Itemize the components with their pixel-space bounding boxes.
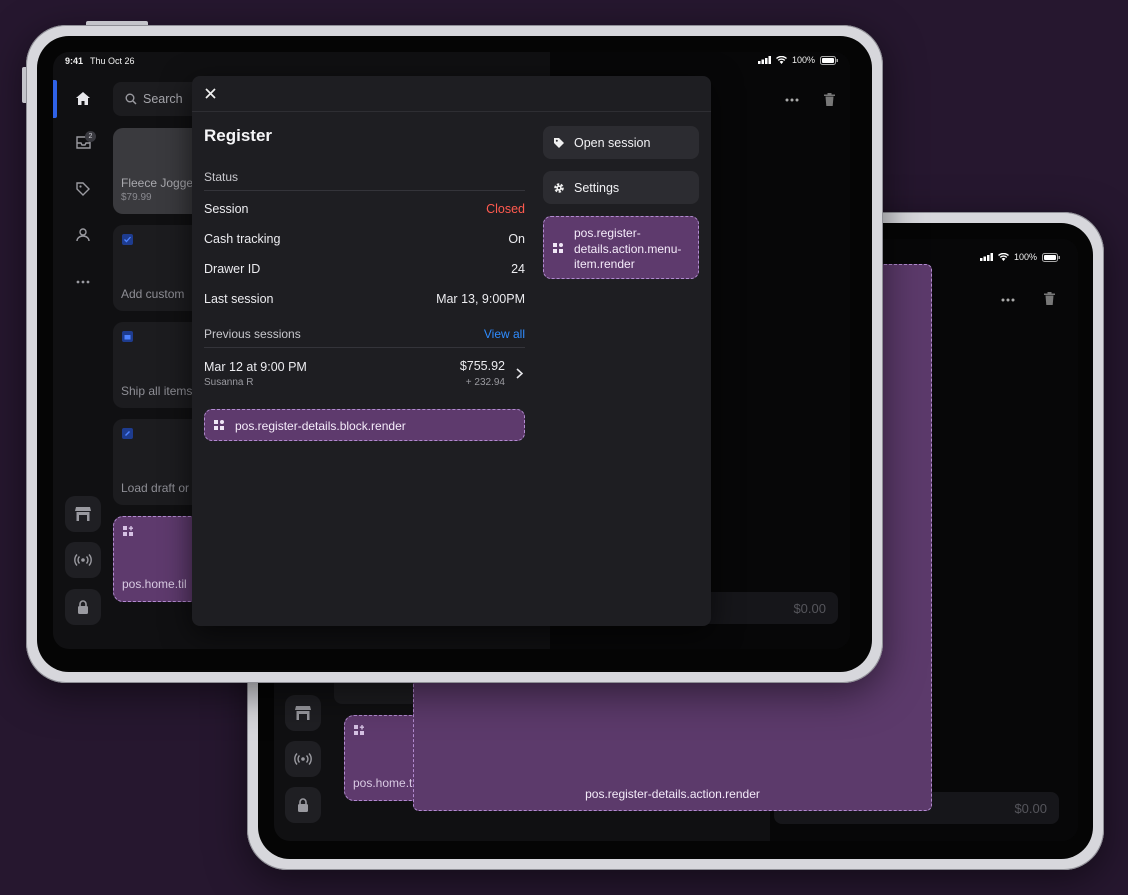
person-icon[interactable] [76,228,90,242]
product-price: $79.99 [121,192,152,203]
close-icon[interactable] [205,88,216,99]
status-row-value: 24 [511,262,525,276]
battery-percent: 100% [1013,252,1037,262]
register-details-block-target[interactable]: pos.register-details.block.render [204,409,525,441]
status-row-value: Mar 13, 9:00PM [436,292,525,306]
broadcast-button[interactable] [65,542,101,578]
front-tablet-bezel: 9:41 Thu Oct 26 100% 2 Search Fleece Jog… [37,36,872,672]
search-placeholder: Search [143,92,183,106]
menu-item-target-label: pos.register-details.action.menu-item.re… [574,226,682,271]
block-target-label: pos.register-details.block.render [235,419,406,433]
wifi-icon [775,56,787,64]
status-time: 9:41 [65,56,84,66]
chevron-right-icon [516,368,523,379]
status-row-label: Session [204,202,249,216]
status-divider [204,190,525,191]
settings-button[interactable]: Settings [543,171,699,204]
status-row-value: Closed [486,202,525,216]
nav-active-indicator [53,80,57,118]
trash-icon[interactable] [824,93,835,106]
previous-sessions-header: Previous sessions View all [204,327,525,341]
more-icon[interactable] [1001,298,1015,302]
open-session-button[interactable]: Open session [543,126,699,159]
settings-label: Settings [574,180,620,195]
cart-total: $0.00 [793,601,826,616]
top-button [86,21,148,25]
wifi-icon [997,253,1009,261]
register-details-menu-item-target[interactable]: pos.register-details.action.menu-item.re… [543,216,699,279]
broadcast-button[interactable] [285,741,321,777]
status-date: Thu Oct 26 [90,56,135,66]
front-tablet-screen: 9:41 Thu Oct 26 100% 2 Search Fleece Jog… [53,52,850,649]
register-modal: Register Status Session Closed Cash trac… [192,76,711,626]
lock-button[interactable] [65,589,101,625]
box-icon [122,331,133,342]
inbox-badge: 2 [85,131,96,142]
add-widget-icon [123,526,133,536]
search-icon [125,93,137,105]
open-session-label: Open session [574,135,651,150]
status-row-last-session: Last session Mar 13, 9:00PM [204,292,525,306]
battery-icon [820,55,838,65]
store-button[interactable] [285,695,321,731]
store-button[interactable] [65,496,101,532]
action-target-label: pos.register-details.action.render [585,787,760,801]
cart-total: $0.00 [1014,801,1047,816]
extension-icon [214,420,224,430]
tag-icon [553,137,565,149]
previous-sessions-heading: Previous sessions [204,327,301,341]
previous-divider [204,347,525,348]
status-row-label: Drawer ID [204,262,261,276]
home-tile-label: Load draft or [121,481,190,495]
status-heading: Status [204,170,239,184]
status-row-label: Cash tracking [204,232,281,246]
front-status-icons: 100% [757,55,838,65]
more-horizontal-icon[interactable] [76,280,90,284]
status-row-drawer-id: Drawer ID 24 [204,262,525,276]
session-user: Susanna R [204,377,254,388]
cellular-icon [979,253,993,261]
register-title: Register [204,126,273,145]
add-widget-icon [354,725,364,735]
session-delta: + 232.94 [465,377,505,388]
more-icon[interactable] [785,98,799,102]
draft-icon [122,428,133,439]
view-all-link[interactable]: View all [484,327,525,341]
home-icon[interactable] [76,92,90,105]
back-status-icons: 100% [979,252,1060,262]
extension-icon [553,243,563,253]
home-tile-extension-label: pos.home.til [353,776,418,790]
session-list-item[interactable]: Mar 12 at 9:00 PM Susanna R $755.92 + 23… [204,358,525,392]
status-row-label: Last session [204,292,274,306]
check-badge-icon [122,234,133,245]
battery-icon [1042,252,1060,262]
lock-button[interactable] [285,787,321,823]
product-name: Fleece Jogge [121,176,194,190]
home-tile-label: Ship all items [121,384,193,398]
status-row-session: Session Closed [204,202,525,216]
status-row-cash-tracking: Cash tracking On [204,232,525,246]
home-tile-extension-label: pos.home.til [122,577,187,591]
front-tablet-frame: 9:41 Thu Oct 26 100% 2 Search Fleece Jog… [22,21,883,683]
home-tile-label: Add custom [121,287,185,301]
side-button [22,67,26,103]
session-date: Mar 12 at 9:00 PM [204,360,307,374]
status-row-value: On [508,232,525,246]
battery-percent: 100% [791,55,815,65]
modal-header-divider [192,111,711,112]
tag-icon[interactable] [76,182,90,196]
gear-icon [553,182,565,194]
cellular-icon [757,56,771,64]
session-amount: $755.92 [459,359,505,373]
trash-icon[interactable] [1044,292,1055,305]
